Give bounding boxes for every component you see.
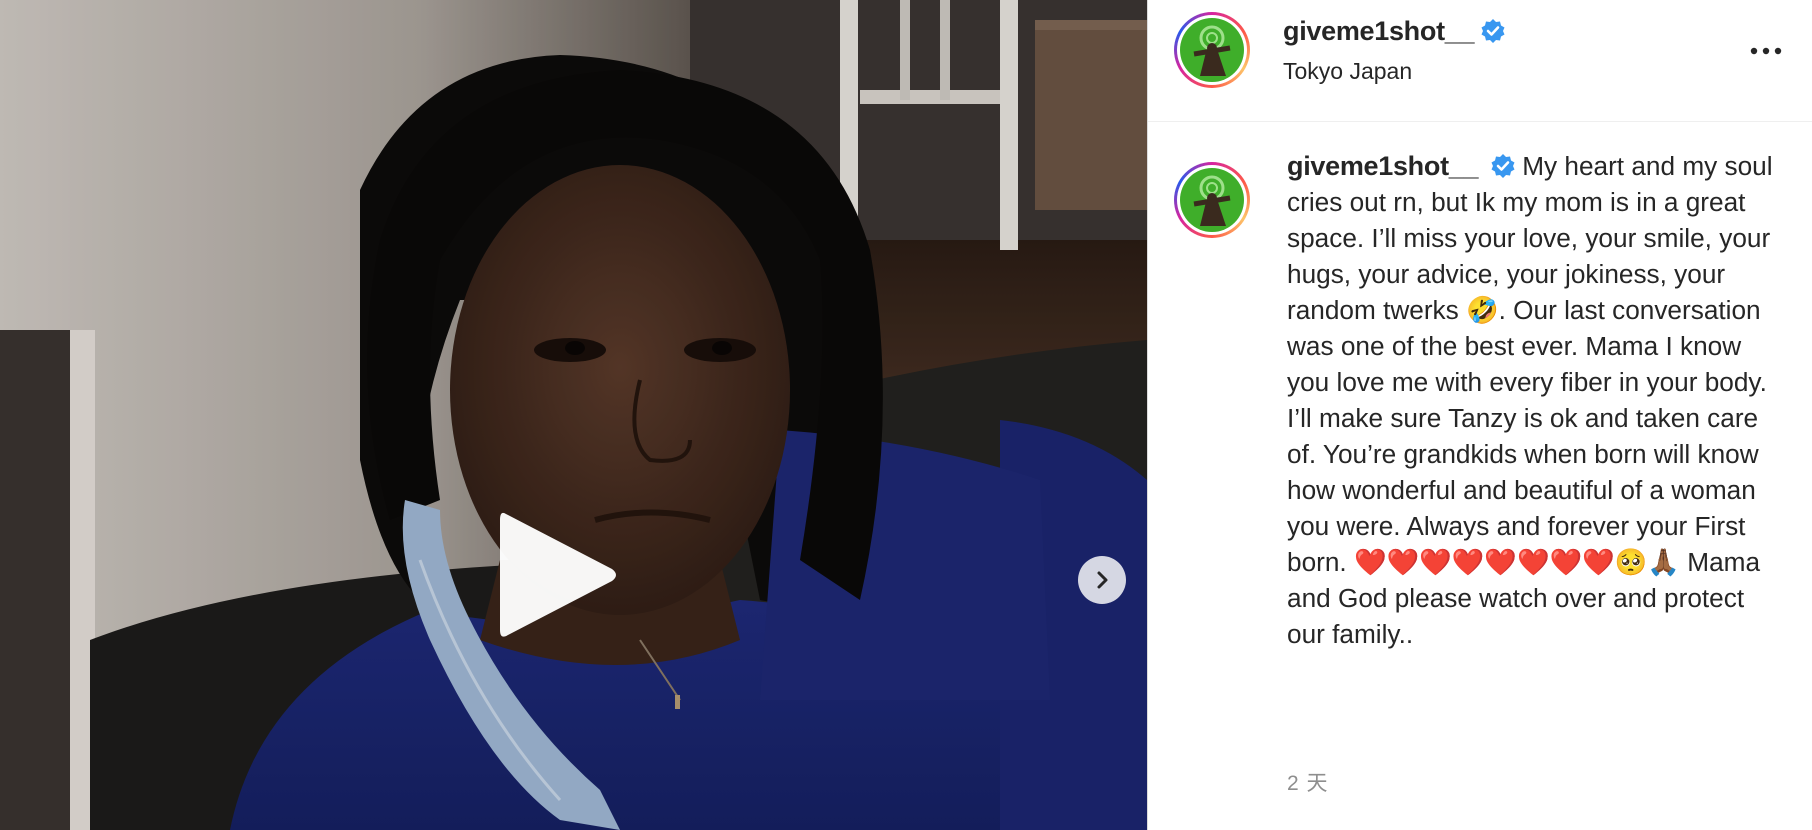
caption-text: My heart and my soul cries out rn, but I…: [1287, 151, 1773, 649]
avatar-image: [1180, 168, 1244, 232]
post-details-panel: giveme1shot__ Tokyo Japan giveme1shot__ …: [1147, 0, 1812, 830]
play-button[interactable]: [492, 508, 622, 642]
post-video[interactable]: [0, 0, 1147, 830]
video-frame: [0, 0, 1147, 830]
more-options-icon: [1750, 47, 1782, 55]
instagram-post-view: giveme1shot__ Tokyo Japan giveme1shot__ …: [0, 0, 1812, 830]
caption-username[interactable]: giveme1shot__: [1287, 151, 1479, 181]
chevron-right-icon: [1097, 571, 1108, 589]
post-timestamp[interactable]: 2 天: [1287, 767, 1329, 797]
post-location[interactable]: Tokyo Japan: [1283, 58, 1412, 85]
post-caption: giveme1shot__ My heart and my soul cries…: [1287, 148, 1787, 652]
play-icon: [500, 512, 616, 637]
caption-author-avatar[interactable]: [1174, 162, 1250, 238]
post-header: giveme1shot__ Tokyo Japan: [1148, 0, 1812, 122]
more-options-button[interactable]: [1746, 34, 1786, 68]
verified-badge-icon: [1481, 19, 1505, 43]
next-media-button[interactable]: [1078, 556, 1126, 604]
author-username[interactable]: giveme1shot__: [1283, 16, 1475, 46]
avatar-image: [1180, 18, 1244, 82]
verified-badge-icon: [1491, 154, 1515, 178]
author-avatar[interactable]: [1174, 12, 1250, 88]
